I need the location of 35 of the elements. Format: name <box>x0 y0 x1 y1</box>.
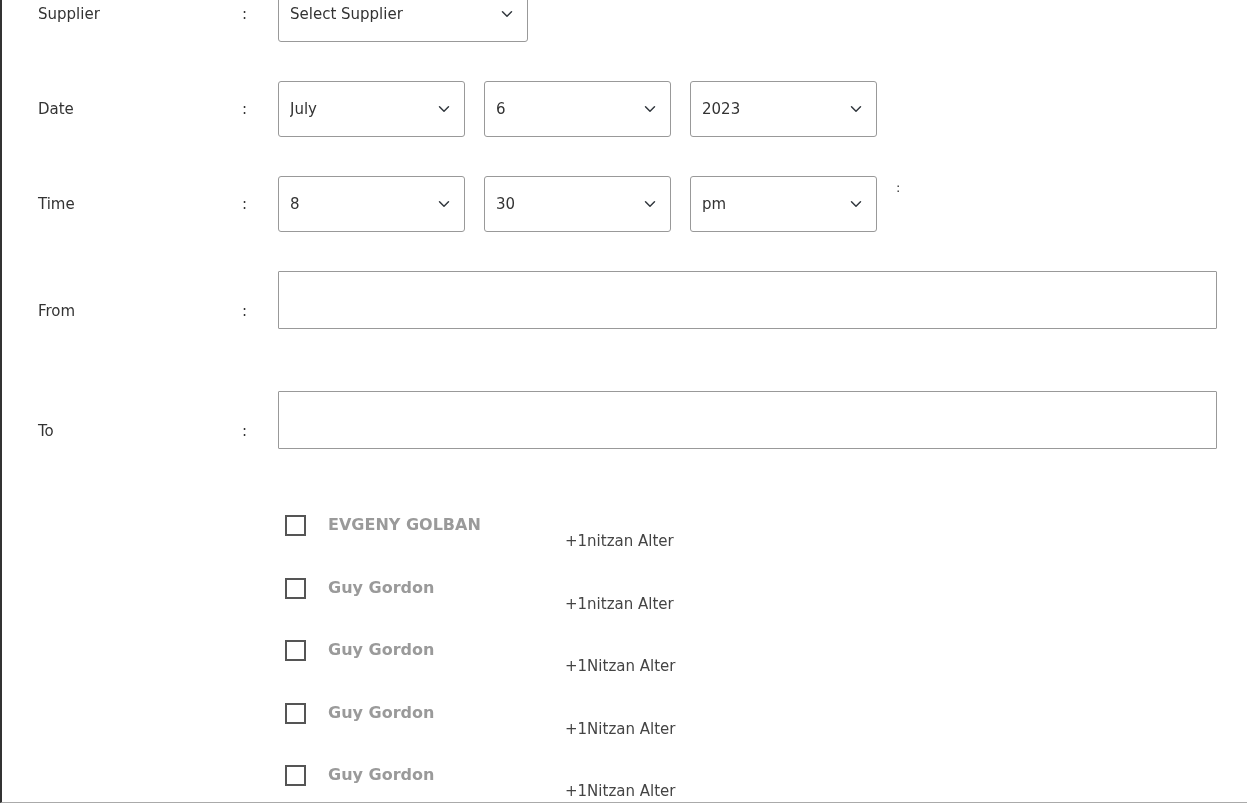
contact-phone: +1Nitzan Alter <box>565 656 676 677</box>
separator: : <box>242 3 249 25</box>
dropdown-field[interactable]: pm <box>690 176 877 232</box>
dropdown-field[interactable]: 6 <box>484 81 671 137</box>
checkbox[interactable] <box>285 515 306 536</box>
contact-phone: +1Nitzan Alter <box>565 718 676 740</box>
field-label: From <box>38 300 77 322</box>
field-label: Supplier <box>38 3 101 25</box>
contact-name: Guy Gordon <box>328 639 436 661</box>
separator: : <box>242 193 249 215</box>
dropdown-field[interactable]: 30 <box>484 176 671 232</box>
contact-phone: +1nitzan Alter <box>565 531 674 552</box>
field-label: To <box>38 420 55 442</box>
dropdown-field[interactable]: 2023 <box>690 81 877 137</box>
contact-phone: +1nitzan Alter <box>565 593 674 615</box>
field-label: Date <box>38 98 75 120</box>
separator: : <box>242 300 249 322</box>
separator: : <box>242 420 249 442</box>
dropdown-field[interactable]: July <box>278 81 465 137</box>
checkbox[interactable] <box>285 640 306 661</box>
contact-name: Guy Gordon <box>328 764 436 786</box>
input-field[interactable] <box>278 271 1217 329</box>
input-field[interactable] <box>278 391 1217 449</box>
field-label: Time <box>38 193 76 215</box>
checkbox[interactable] <box>285 765 306 786</box>
contact-name: Guy Gordon <box>328 701 436 724</box>
separator: : <box>896 179 901 197</box>
separator: : <box>242 98 249 120</box>
contact-name: Guy Gordon <box>328 576 436 599</box>
contact-phone: +1Nitzan Alter <box>565 781 676 802</box>
contact-name: EVGENY GOLBAN <box>328 514 482 536</box>
checkbox[interactable] <box>285 577 306 599</box>
checkbox[interactable] <box>285 702 306 724</box>
dropdown-field[interactable]: Select Supplier <box>278 0 528 42</box>
dropdown-field[interactable]: 8 <box>278 176 465 232</box>
